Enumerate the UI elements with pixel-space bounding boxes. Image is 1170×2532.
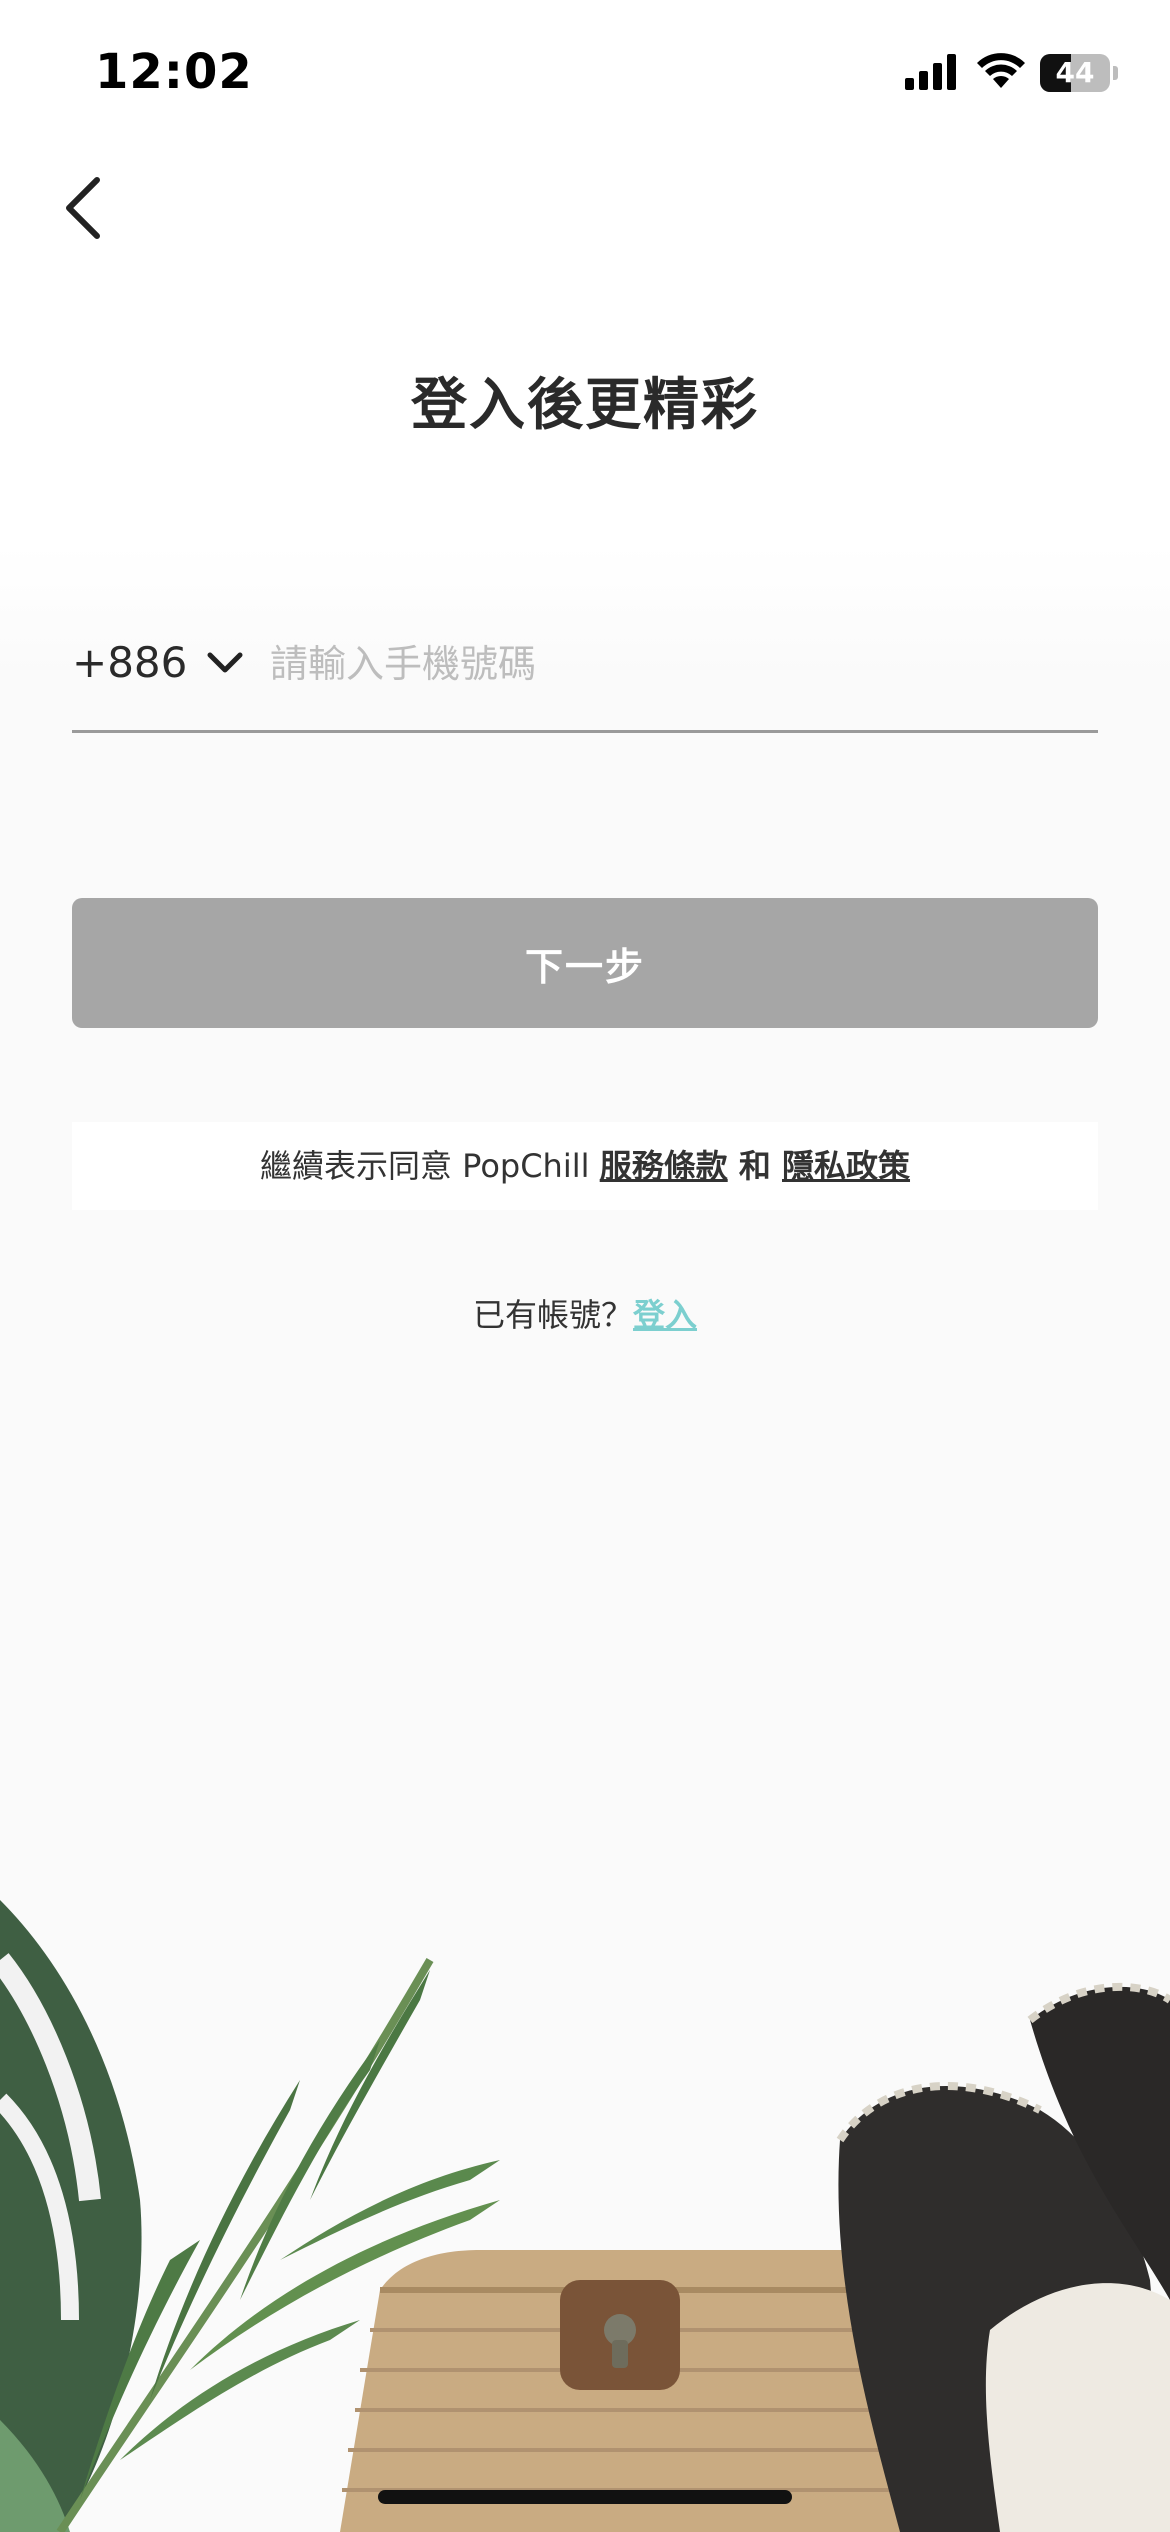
next-button[interactable]: 下一步: [72, 898, 1098, 1028]
battery-level-text: 44: [1055, 56, 1095, 89]
phone-number-input[interactable]: [268, 628, 1092, 700]
country-code-select[interactable]: +886: [72, 620, 243, 705]
terms-notice: 繼續表示同意 PopChill 服務條款 和 隱私政策: [72, 1122, 1098, 1210]
privacy-policy-link[interactable]: 隱私政策: [782, 1147, 910, 1185]
country-code-text: +886: [72, 638, 188, 687]
home-indicator[interactable]: [378, 2490, 792, 2504]
chevron-left-icon: [66, 177, 100, 239]
battery-shell: 44: [1040, 54, 1110, 92]
status-time: 12:02: [95, 44, 253, 100]
signal-icon: [905, 54, 956, 90]
decorative-illustration: [0, 1900, 1170, 2532]
login-link[interactable]: 登入: [633, 1296, 697, 1334]
status-bar: 12:02 44: [0, 0, 1170, 140]
terms-conjunction: 和: [727, 1147, 782, 1185]
wifi-icon: [977, 53, 1025, 88]
phone-input-row: +886: [72, 620, 1098, 733]
chevron-down-icon: [207, 652, 243, 672]
login-prompt-text: 已有帳號？: [472, 1296, 633, 1334]
back-button[interactable]: [48, 168, 118, 248]
battery-icon: 44: [1040, 54, 1118, 92]
battery-nub: [1113, 66, 1118, 80]
terms-prefix: 繼續表示同意 PopChill: [259, 1147, 600, 1185]
espadrille-shoes-image: [836, 1982, 1170, 2532]
page-title: 登入後更精彩: [411, 373, 759, 438]
terms-of-service-link[interactable]: 服務條款: [600, 1147, 728, 1185]
login-prompt: 已有帳號？登入: [0, 1290, 1170, 1336]
